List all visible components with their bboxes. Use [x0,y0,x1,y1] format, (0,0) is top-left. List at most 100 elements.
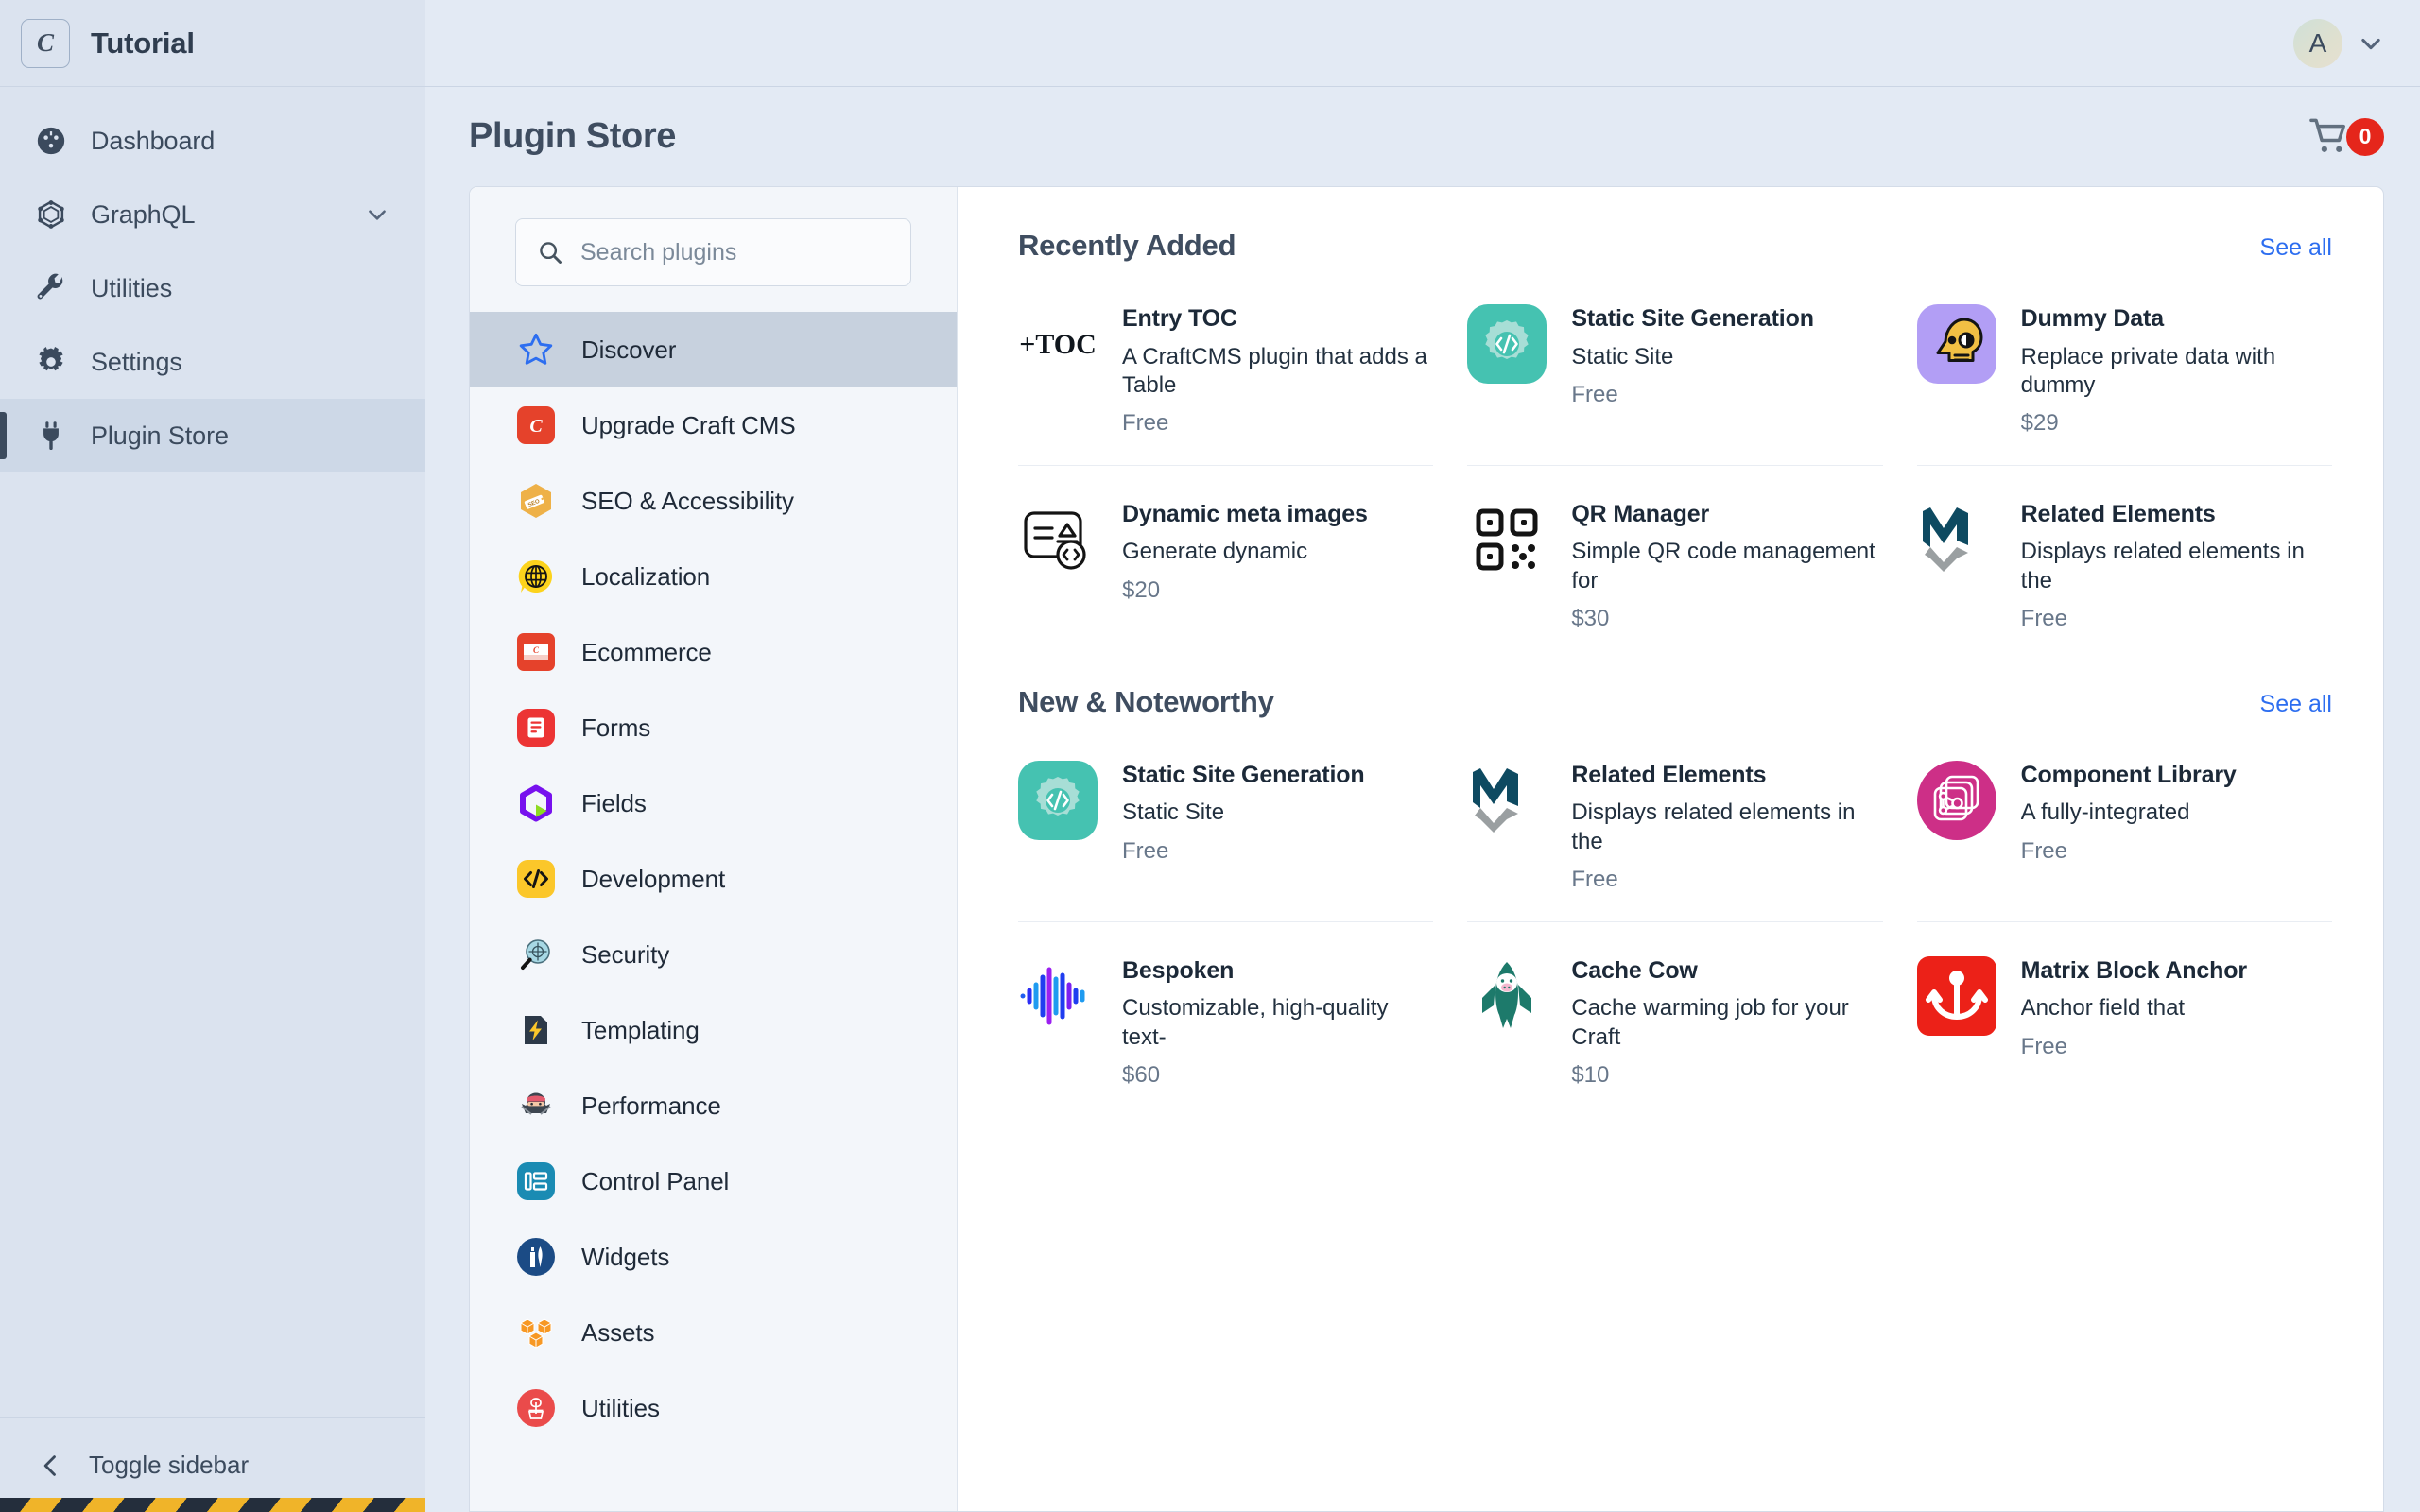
fields-hex-icon [515,782,557,824]
toc-text-icon: +TOC [1018,304,1098,384]
plugin-price: $29 [2021,410,2332,437]
category-item-forms[interactable]: Forms [470,690,957,765]
sidebar: C Tutorial Dashboard GraphQL [0,0,425,1512]
plugin-price: $20 [1122,577,1433,604]
plugin-card[interactable]: QR Manager Simple QR code management for… [1467,500,1882,661]
star-icon [515,329,557,370]
dashboard-gauge-icon [34,125,68,157]
plugin-price: $10 [1571,1062,1882,1089]
plugin-card[interactable]: Dummy Data Replace private data with dum… [1917,304,2332,466]
form-document-icon [515,707,557,748]
plugin-description: Anchor field that [2021,994,2332,1022]
category-label: Performance [581,1091,721,1121]
sidebar-item-label: Utilities [91,274,172,303]
category-item-utilities[interactable]: Utilities [470,1370,957,1446]
category-item-widgets[interactable]: Widgets [470,1219,957,1295]
see-all-link[interactable]: See all [2260,234,2332,262]
category-item-localization[interactable]: Localization [470,539,957,614]
lightning-file-icon [515,1009,557,1051]
plugin-description: A fully-integrated [2021,799,2332,827]
plugin-price: Free [1571,867,1882,893]
sidebar-item-dashboard[interactable]: Dashboard [0,104,425,178]
plugin-description: Static Site [1571,343,1882,371]
page-header: Plugin Store 0 [425,87,2420,186]
category-item-fields[interactable]: Fields [470,765,957,841]
plugin-card[interactable]: Static Site Generation Static Site Free [1018,761,1433,922]
category-item-ecommerce[interactable]: C Ecommerce [470,614,957,690]
category-item-templating[interactable]: Templating [470,992,957,1068]
sidebar-item-utilities[interactable]: Utilities [0,251,425,325]
app-root: C Tutorial Dashboard GraphQL [0,0,2420,1512]
m-monogram-icon [1917,500,1996,579]
section-title: New & Noteworthy [1018,685,1274,719]
waveform-icon [1018,956,1098,1036]
chevron-down-icon[interactable] [365,202,389,227]
category-label: Assets [581,1318,654,1348]
plugin-price: $60 [1122,1062,1433,1089]
section-header-recently-added: Recently Added See all [1018,229,2332,263]
plugin-name: Related Elements [1571,761,1882,791]
plugin-description: Static Site [1122,799,1433,827]
sidebar-item-graphql[interactable]: GraphQL [0,178,425,251]
globe-speech-icon [515,556,557,597]
sidebar-item-label: Settings [91,348,182,377]
commerce-card-icon: C [515,631,557,673]
panel-layout-icon [515,1160,557,1202]
magnifier-target-icon [515,934,557,975]
category-item-performance[interactable]: Performance [470,1068,957,1143]
topbar: A [425,0,2420,87]
dev-mode-stripe [0,1498,425,1512]
avatar[interactable]: A [2293,19,2342,68]
plugin-name: Bespoken [1122,956,1433,987]
sidebar-item-plugin-store[interactable]: Plugin Store [0,399,425,472]
anchor-icon [1917,956,1996,1036]
chevron-down-icon[interactable] [2358,30,2384,57]
plugin-price: Free [2021,838,2332,865]
svg-text:+TOC: +TOC [1019,329,1097,360]
search-box[interactable] [515,218,911,286]
plugin-description: Replace private data with dummy [2021,343,2332,400]
category-label: Fields [581,789,647,818]
plugin-card[interactable]: Related Elements Displays related elemen… [1467,761,1882,922]
category-item-control-panel[interactable]: Control Panel [470,1143,957,1219]
plugin-price: Free [1122,838,1433,865]
plugin-card[interactable]: Matrix Block Anchor Anchor field that Fr… [1917,956,2332,1117]
plugin-name: Entry TOC [1122,304,1433,335]
category-sidebar: Discover C Upgrade Craft CMS SEO SEO & A… [470,187,958,1511]
category-item-security[interactable]: Security [470,917,957,992]
category-item-upgrade-craft-cms[interactable]: C Upgrade Craft CMS [470,387,957,463]
svg-text:C: C [529,416,543,437]
svg-text:C: C [533,645,540,655]
cart-button[interactable]: 0 [2308,116,2384,158]
sidebar-header[interactable]: C Tutorial [0,0,425,87]
plugin-name: Dummy Data [2021,304,2332,335]
dummy-head-icon [1917,304,1996,384]
plugin-description: A CraftCMS plugin that adds a Table [1122,343,1433,400]
category-item-development[interactable]: Development [470,841,957,917]
category-item-seo-accessibility[interactable]: SEO SEO & Accessibility [470,463,957,539]
plugin-card[interactable]: Component Library A fully-integrated Fre… [1917,761,2332,922]
plugin-card[interactable]: Dynamic meta images Generate dynamic $20 [1018,500,1433,661]
plugin-card[interactable]: Related Elements Displays related elemen… [1917,500,2332,661]
plugin-card[interactable]: +TOC Entry TOC A CraftCMS plugin that ad… [1018,304,1433,466]
toggle-sidebar-label: Toggle sidebar [89,1451,249,1480]
plugin-description: Cache warming job for your Craft [1571,994,1882,1051]
plugin-description: Displays related elements in the [2021,538,2332,594]
sidebar-item-settings[interactable]: Settings [0,325,425,399]
wrench-icon [34,272,68,304]
category-label: Localization [581,562,710,592]
category-label: Discover [581,335,676,365]
plugin-store-panel: Discover C Upgrade Craft CMS SEO SEO & A… [469,186,2384,1512]
see-all-link[interactable]: See all [2260,691,2332,718]
category-label: Upgrade Craft CMS [581,411,796,440]
plugin-description: Customizable, high-quality text- [1122,994,1433,1051]
category-item-discover[interactable]: Discover [470,312,957,387]
plugin-card[interactable]: Bespoken Customizable, high-quality text… [1018,956,1433,1117]
page-title: Plugin Store [469,116,676,157]
plugin-card[interactable]: Static Site Generation Static Site Free [1467,304,1882,466]
category-item-assets[interactable]: Assets [470,1295,957,1370]
sidebar-item-label: Dashboard [91,127,215,156]
plugin-card[interactable]: Cache Cow Cache warming job for your Cra… [1467,956,1882,1117]
search-input[interactable] [580,239,890,266]
category-label: SEO & Accessibility [581,487,794,516]
